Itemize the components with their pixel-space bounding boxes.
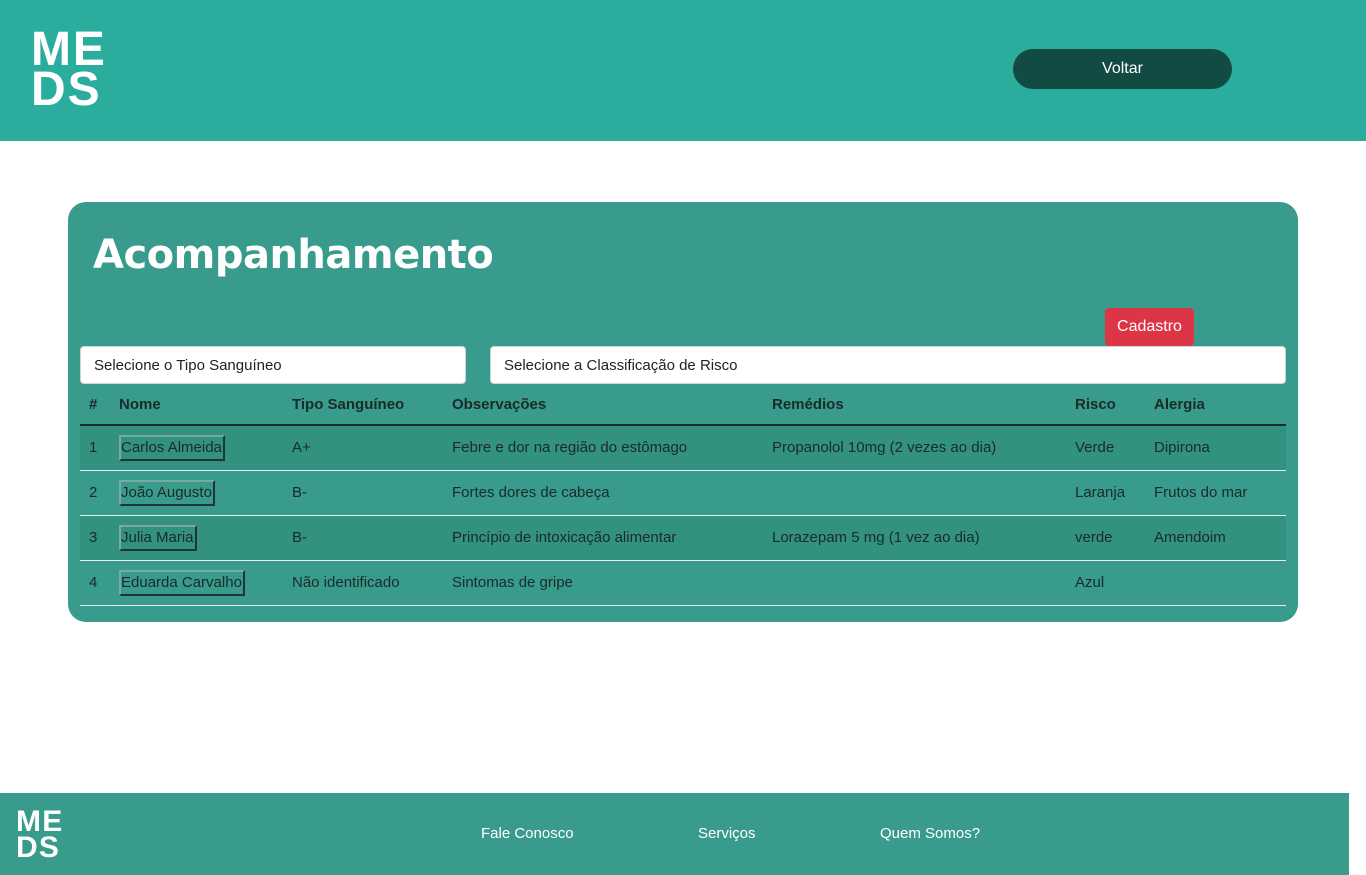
header-index: #: [80, 385, 110, 426]
cell-index: 4: [80, 560, 110, 606]
cell-allergy: Frutos do mar: [1145, 470, 1286, 516]
cell-risk: verde: [1066, 515, 1145, 561]
page-title: Acompanhamento: [93, 232, 494, 278]
table-row: 1 Carlos Almeida A+ Febre e dor na regiã…: [80, 425, 1286, 471]
cell-observations: Princípio de intoxicação alimentar: [443, 515, 763, 561]
patient-name-link[interactable]: Eduarda Carvalho: [119, 569, 245, 596]
footer-meds-logo[interactable]: ME DS: [16, 807, 63, 864]
cell-risk: Laranja: [1066, 470, 1145, 516]
back-button[interactable]: Voltar: [1013, 49, 1232, 89]
cell-name: Julia Maria: [110, 515, 283, 561]
cell-name: Carlos Almeida: [110, 425, 283, 471]
logo-line-2: DS: [31, 63, 102, 117]
header-allergy: Alergia: [1145, 385, 1286, 426]
cell-blood-type: B-: [283, 515, 443, 561]
cell-medications: [763, 470, 1066, 516]
tracking-panel: Acompanhamento Cadastro Selecione o Tipo…: [68, 202, 1298, 622]
footer-link-about[interactable]: Quem Somos?: [880, 825, 980, 842]
cell-name: João Augusto: [110, 470, 283, 516]
footer-link-contact[interactable]: Fale Conosco: [481, 825, 574, 842]
cell-blood-type: B-: [283, 470, 443, 516]
patient-name-link[interactable]: Carlos Almeida: [119, 434, 225, 461]
cell-index: 1: [80, 425, 110, 471]
cell-observations: Fortes dores de cabeça: [443, 470, 763, 516]
cell-observations: Sintomas de gripe: [443, 560, 763, 606]
table-header-row: # Nome Tipo Sanguíneo Observações Remédi…: [80, 385, 1286, 426]
patients-table: # Nome Tipo Sanguíneo Observações Remédi…: [80, 385, 1286, 606]
blood-type-select-value: Selecione o Tipo Sanguíneo: [94, 356, 282, 374]
register-button[interactable]: Cadastro: [1105, 308, 1194, 346]
patient-name-link[interactable]: João Augusto: [119, 479, 215, 506]
footer-logo-line-2: DS: [16, 830, 61, 864]
cell-name: Eduarda Carvalho: [110, 560, 283, 606]
cell-medications: Lorazepam 5 mg (1 vez ao dia): [763, 515, 1066, 561]
cell-risk: Azul: [1066, 560, 1145, 606]
cell-index: 3: [80, 515, 110, 561]
site-header: ME DS Voltar: [0, 0, 1366, 141]
patient-name-link[interactable]: Julia Maria: [119, 524, 197, 551]
header-name: Nome: [110, 385, 283, 426]
footer-link-services[interactable]: Serviços: [698, 825, 756, 842]
header-observations: Observações: [443, 385, 763, 426]
site-footer: ME DS Fale Conosco Serviços Quem Somos?: [0, 793, 1349, 875]
cell-blood-type: A+: [283, 425, 443, 471]
cell-index: 2: [80, 470, 110, 516]
table-row: 3 Julia Maria B- Princípio de intoxicaçã…: [80, 515, 1286, 561]
cell-allergy: [1145, 560, 1286, 606]
header-blood-type: Tipo Sanguíneo: [283, 385, 443, 426]
cell-observations: Febre e dor na região do estômago: [443, 425, 763, 471]
table-row: 2 João Augusto B- Fortes dores de cabeça…: [80, 470, 1286, 516]
cell-allergy: Amendoim: [1145, 515, 1286, 561]
meds-logo[interactable]: ME DS: [31, 25, 111, 117]
risk-select-value: Selecione a Classificação de Risco: [504, 356, 738, 374]
cell-medications: [763, 560, 1066, 606]
table-row: 4 Eduarda Carvalho Não identificado Sint…: [80, 560, 1286, 606]
cell-medications: Propanolol 10mg (2 vezes ao dia): [763, 425, 1066, 471]
risk-classification-select[interactable]: Selecione a Classificação de Risco: [490, 346, 1286, 384]
header-risk: Risco: [1066, 385, 1145, 426]
cell-blood-type: Não identificado: [283, 560, 443, 606]
cell-risk: Verde: [1066, 425, 1145, 471]
cell-allergy: Dipirona: [1145, 425, 1286, 471]
blood-type-select[interactable]: Selecione o Tipo Sanguíneo: [80, 346, 466, 384]
header-medications: Remédios: [763, 385, 1066, 426]
